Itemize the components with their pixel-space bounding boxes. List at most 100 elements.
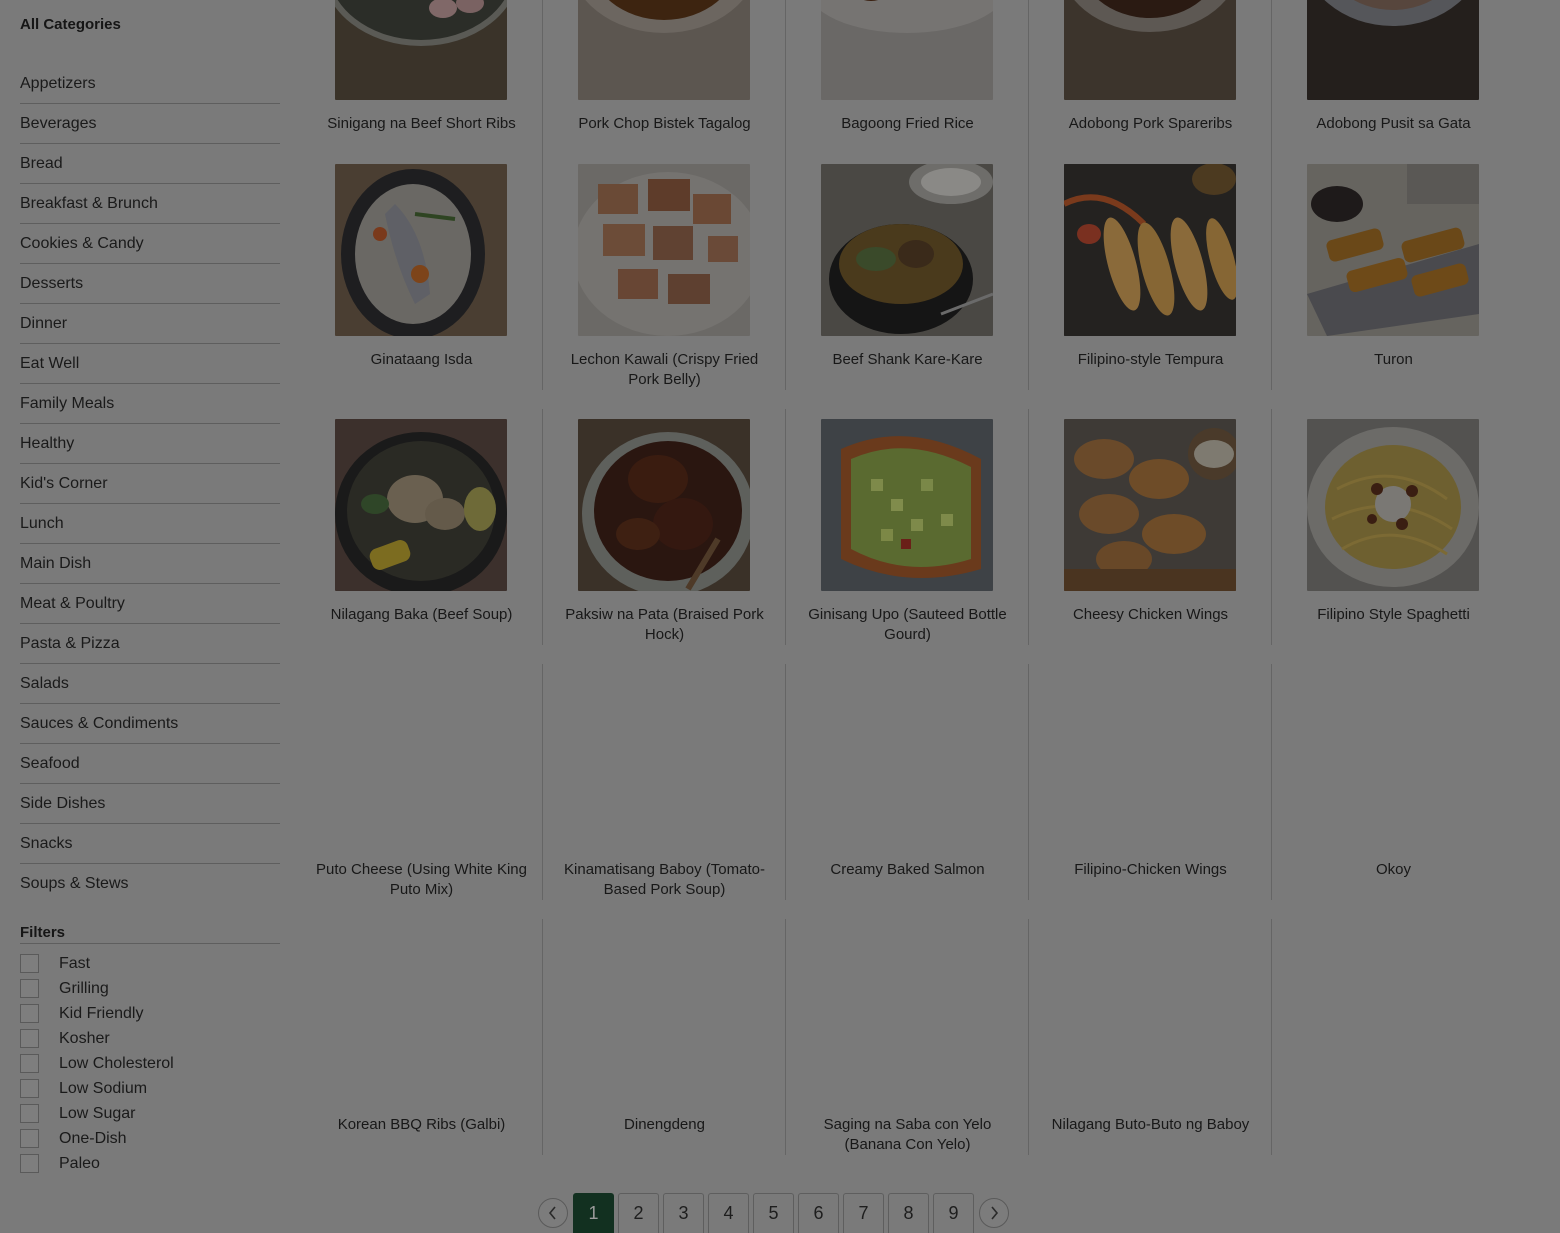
recipe-title[interactable]: Filipino-style Tempura (1044, 350, 1257, 370)
recipe-title[interactable]: Pork Chop Bistek Tagalog (558, 114, 771, 134)
chevron-left-icon[interactable] (538, 1198, 568, 1228)
category-item[interactable]: Main Dish (20, 544, 280, 584)
recipe-image[interactable] (1064, 674, 1236, 846)
recipe-image[interactable] (821, 674, 993, 846)
all-categories-heading[interactable]: All Categories (20, 16, 121, 33)
recipe-image[interactable] (1307, 419, 1479, 591)
recipe-title[interactable]: Adobong Pusit sa Gata (1287, 114, 1500, 134)
filter-option[interactable]: Low Sodium (20, 1076, 174, 1101)
recipe-image[interactable] (821, 164, 993, 336)
recipe-image[interactable] (578, 0, 750, 100)
recipe-card[interactable]: Pork Chop Bistek Tagalog (543, 0, 786, 164)
filter-checkbox[interactable] (20, 1104, 39, 1123)
recipe-card[interactable]: Korean BBQ Ribs (Galbi) (300, 919, 543, 1165)
recipe-card[interactable]: Ginataang Isda (300, 154, 543, 400)
recipe-image[interactable] (335, 164, 507, 336)
recipe-card[interactable]: Filipino-Chicken Wings (1029, 664, 1272, 910)
recipe-card[interactable]: Adobong Pork Spareribs (1029, 0, 1272, 164)
category-item[interactable]: Beverages (20, 104, 280, 144)
recipe-title[interactable]: Nilagang Buto-Buto ng Baboy (1044, 1115, 1257, 1135)
recipe-image[interactable] (1307, 0, 1479, 100)
recipe-image[interactable] (1064, 0, 1236, 100)
recipe-card[interactable]: Adobong Pusit sa Gata (1272, 0, 1515, 164)
category-item[interactable]: Healthy (20, 424, 280, 464)
recipe-image[interactable] (335, 0, 507, 100)
recipe-image[interactable] (578, 674, 750, 846)
recipe-card[interactable]: Creamy Baked Salmon (786, 664, 1029, 910)
category-item[interactable]: Snacks (20, 824, 280, 864)
filter-checkbox[interactable] (20, 1004, 39, 1023)
recipe-image[interactable] (1307, 674, 1479, 846)
filter-checkbox[interactable] (20, 1154, 39, 1173)
filter-checkbox[interactable] (20, 1054, 39, 1073)
recipe-image[interactable] (821, 419, 993, 591)
recipe-title[interactable]: Filipino Style Spaghetti (1287, 605, 1500, 625)
recipe-title[interactable]: Creamy Baked Salmon (801, 860, 1014, 880)
recipe-card[interactable]: Paksiw na Pata (Braised Pork Hock) (543, 409, 786, 655)
recipe-title[interactable]: Sinigang na Beef Short Ribs (315, 114, 528, 134)
page-button[interactable]: 5 (753, 1193, 794, 1233)
recipe-card[interactable]: Okoy (1272, 674, 1515, 910)
category-item[interactable]: Sauces & Condiments (20, 704, 280, 744)
recipe-title[interactable]: Korean BBQ Ribs (Galbi) (315, 1115, 528, 1135)
category-item[interactable]: Salads (20, 664, 280, 704)
page-button[interactable]: 9 (933, 1193, 974, 1233)
recipe-image[interactable] (1064, 419, 1236, 591)
recipe-card[interactable]: Nilagang Buto-Buto ng Baboy (1029, 919, 1272, 1165)
filter-option[interactable]: Fast (20, 951, 174, 976)
filter-option[interactable]: Low Sugar (20, 1101, 174, 1126)
filter-option[interactable]: Low Cholesterol (20, 1051, 174, 1076)
recipe-card[interactable]: Sinigang na Beef Short Ribs (300, 0, 543, 164)
category-item[interactable]: Breakfast & Brunch (20, 184, 280, 224)
filter-checkbox[interactable] (20, 1029, 39, 1048)
recipe-title[interactable]: Puto Cheese (Using White King Puto Mix) (315, 860, 528, 900)
filter-option[interactable]: One-Dish (20, 1126, 174, 1151)
recipe-card[interactable]: Puto Cheese (Using White King Puto Mix) (300, 664, 543, 910)
recipe-title[interactable]: Turon (1287, 350, 1500, 370)
category-item[interactable]: Side Dishes (20, 784, 280, 824)
recipe-image[interactable] (578, 164, 750, 336)
category-item[interactable]: Soups & Stews (20, 864, 280, 904)
recipe-image[interactable] (1064, 929, 1236, 1101)
recipe-image[interactable] (335, 929, 507, 1101)
recipe-image[interactable] (335, 674, 507, 846)
category-item[interactable]: Eat Well (20, 344, 280, 384)
category-item[interactable]: Family Meals (20, 384, 280, 424)
recipe-card[interactable]: Ginisang Upo (Sauteed Bottle Gourd) (786, 409, 1029, 655)
recipe-title[interactable]: Lechon Kawali (Crispy Fried Pork Belly) (558, 350, 771, 390)
recipe-title[interactable]: Filipino-Chicken Wings (1044, 860, 1257, 880)
filter-checkbox[interactable] (20, 954, 39, 973)
filter-checkbox[interactable] (20, 1079, 39, 1098)
recipe-title[interactable]: Ginisang Upo (Sauteed Bottle Gourd) (801, 605, 1014, 645)
recipe-card[interactable]: Lechon Kawali (Crispy Fried Pork Belly) (543, 154, 786, 400)
recipe-image[interactable] (578, 419, 750, 591)
category-item[interactable]: Seafood (20, 744, 280, 784)
recipe-image[interactable] (821, 929, 993, 1101)
recipe-title[interactable]: Saging na Saba con Yelo (Banana Con Yelo… (801, 1115, 1014, 1155)
page-button[interactable]: 3 (663, 1193, 704, 1233)
filter-option[interactable]: Kosher (20, 1026, 174, 1051)
recipe-card[interactable]: Saging na Saba con Yelo (Banana Con Yelo… (786, 919, 1029, 1165)
recipe-title[interactable]: Ginataang Isda (315, 350, 528, 370)
recipe-card[interactable]: Kinamatisang Baboy (Tomato-Based Pork So… (543, 664, 786, 910)
filter-option[interactable]: Paleo (20, 1151, 174, 1176)
recipe-title[interactable]: Kinamatisang Baboy (Tomato-Based Pork So… (558, 860, 771, 900)
recipe-title[interactable]: Paksiw na Pata (Braised Pork Hock) (558, 605, 771, 645)
category-item[interactable]: Lunch (20, 504, 280, 544)
recipe-title[interactable]: Okoy (1287, 860, 1500, 880)
recipe-card[interactable]: Nilagang Baka (Beef Soup) (300, 409, 543, 655)
recipe-card[interactable]: Cheesy Chicken Wings (1029, 409, 1272, 655)
chevron-right-icon[interactable] (979, 1198, 1009, 1228)
page-button[interactable]: 1 (573, 1193, 614, 1233)
category-item[interactable]: Cookies & Candy (20, 224, 280, 264)
category-item[interactable]: Dinner (20, 304, 280, 344)
page-button[interactable]: 4 (708, 1193, 749, 1233)
category-item[interactable]: Bread (20, 144, 280, 184)
recipe-image[interactable] (1064, 164, 1236, 336)
recipe-title[interactable]: Beef Shank Kare-Kare (801, 350, 1014, 370)
recipe-card[interactable]: Filipino-style Tempura (1029, 154, 1272, 400)
category-item[interactable]: Meat & Poultry (20, 584, 280, 624)
recipe-image[interactable] (335, 419, 507, 591)
page-button[interactable]: 2 (618, 1193, 659, 1233)
recipe-title[interactable]: Bagoong Fried Rice (801, 114, 1014, 134)
